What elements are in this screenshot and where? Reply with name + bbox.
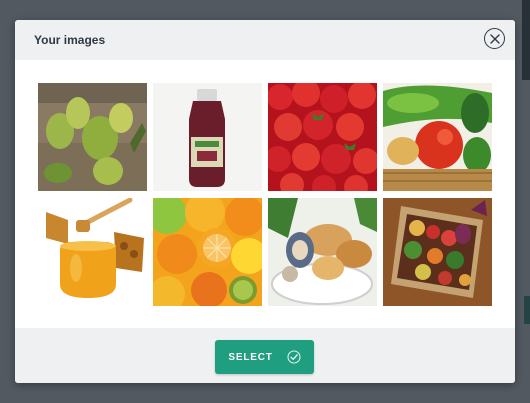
image-thumb-citrus[interactable] <box>153 198 262 306</box>
image-picker-modal: Your images SELECT <box>15 20 515 383</box>
modal-footer: SELECT <box>15 328 515 383</box>
image-thumb-honey[interactable] <box>38 198 147 306</box>
close-button[interactable] <box>484 28 505 49</box>
image-thumb-bread-basket[interactable] <box>268 198 377 306</box>
image-thumb-juice-bottle[interactable] <box>153 83 262 191</box>
image-grid <box>38 83 493 307</box>
select-button-label: SELECT <box>228 351 273 363</box>
image-thumb-strawberries[interactable] <box>268 83 377 191</box>
image-thumb-vegetable-crate[interactable] <box>383 198 492 306</box>
image-thumb-pears[interactable] <box>38 83 147 191</box>
select-button[interactable]: SELECT <box>215 340 314 374</box>
check-circle-icon <box>287 350 301 364</box>
modal-header: Your images <box>15 20 515 60</box>
modal-title: Your images <box>34 33 106 47</box>
modal-body <box>15 60 515 328</box>
image-thumb-vegetables[interactable] <box>383 83 492 191</box>
close-icon <box>489 33 500 44</box>
